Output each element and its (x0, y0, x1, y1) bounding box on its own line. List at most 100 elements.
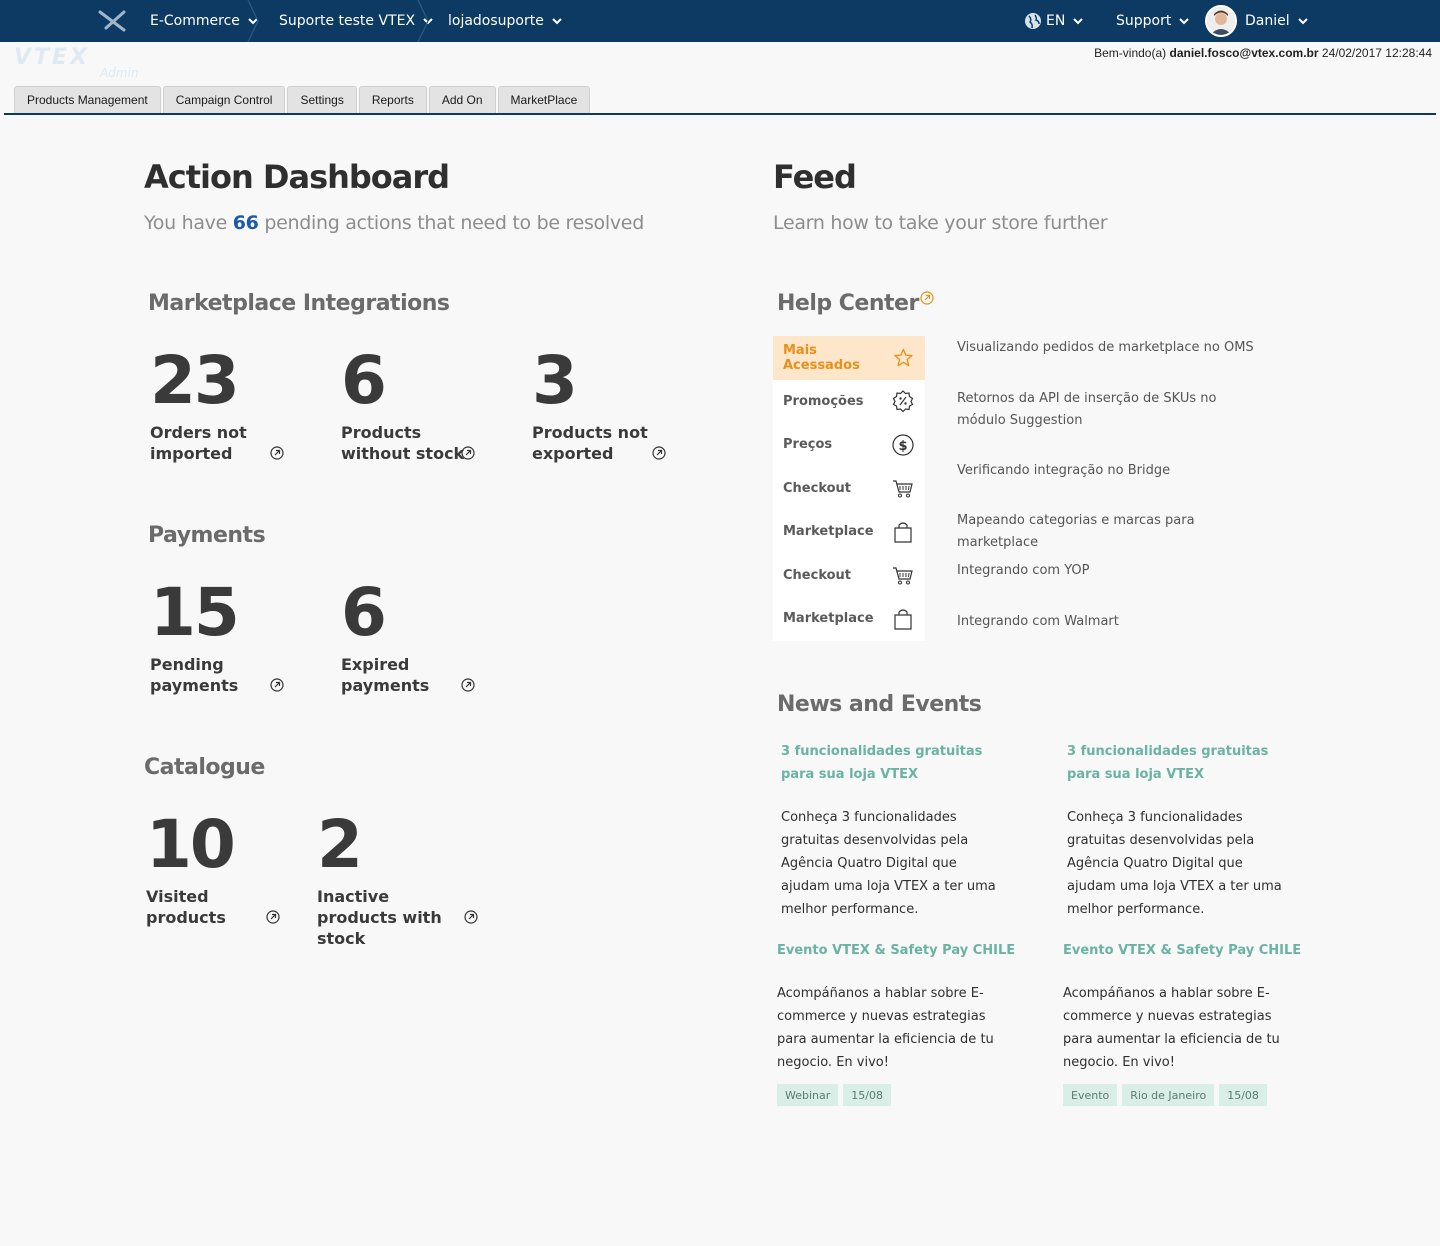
news-item-body: Acompáñanos a hablar sobre E-commerce y … (777, 986, 994, 1070)
metric-products-without-stock[interactable]: 6 Products without stock (341, 348, 491, 464)
metric-label: Inactive products with stock (317, 887, 442, 948)
tag-badge[interactable]: 15/08 (1219, 1084, 1267, 1106)
metric-inactive-products-with-stock[interactable]: 2 Inactive products with stock (317, 812, 487, 949)
help-link[interactable]: Integrando com Walmart (957, 611, 1257, 633)
help-menu-item-checkout-2[interactable]: Checkout (773, 553, 925, 597)
breadcrumb-ecommerce[interactable]: E-Commerce (150, 0, 258, 42)
metric-value: 10 (146, 806, 236, 883)
avatar (1205, 5, 1237, 37)
tag-badge[interactable]: Evento (1063, 1084, 1118, 1106)
news-item-title[interactable]: Evento VTEX & Safety Pay CHILE (777, 939, 1017, 962)
help-menu-item-marketplace-2[interactable]: Marketplace (773, 597, 925, 641)
metric-value: 3 (532, 342, 578, 419)
svg-text:Admin: Admin (99, 66, 138, 80)
pending-count: 66 (232, 212, 259, 234)
news-item-title[interactable]: 3 funcionalidades gratuitas para sua loj… (781, 740, 1001, 786)
metric-value: 15 (150, 574, 240, 651)
news-tags: Webinar 15/08 (777, 1084, 896, 1106)
dollar-icon: $ (892, 434, 914, 456)
tab-underline (4, 113, 1436, 115)
help-link[interactable]: Retornos da API de inserção de SKUs no m… (957, 388, 1257, 432)
news-events-title: News and Events (777, 692, 982, 717)
section-title-payments: Payments (148, 523, 266, 548)
welcome-email: daniel.fosco@vtex.com.br (1169, 46, 1319, 60)
user-menu[interactable]: Daniel (1205, 0, 1308, 42)
news-item-body: Conheça 3 funcionalidades gratuitas dese… (781, 810, 996, 917)
language-selector[interactable]: EN (1024, 0, 1084, 42)
bag-icon (894, 522, 912, 543)
help-menu-label: Mais Acessados (783, 342, 860, 373)
tab-campaign-control[interactable]: Campaign Control (162, 86, 286, 113)
metric-label: Expired payments (341, 655, 430, 695)
support-menu[interactable]: Support (1116, 0, 1190, 42)
vtex-admin-logo: VTEX Admin (14, 45, 138, 80)
metric-value: 6 (341, 342, 387, 419)
metric-pending-payments[interactable]: 15 Pending payments (150, 580, 300, 696)
external-link-icon[interactable] (461, 678, 475, 692)
percent-badge-icon (892, 390, 914, 413)
tab-add-on[interactable]: Add On (428, 86, 496, 113)
help-link[interactable]: Integrando com YOP (957, 560, 1257, 582)
tab-marketplace[interactable]: MarketPlace (497, 86, 591, 113)
metric-label: Pending payments (150, 655, 239, 695)
news-item-title[interactable]: Evento VTEX & Safety Pay CHILE (1063, 939, 1303, 962)
user-name: Daniel (1245, 13, 1290, 29)
external-link-icon[interactable] (920, 291, 934, 305)
metric-label: Products not exported (532, 423, 648, 463)
help-menu-label: Marketplace (783, 524, 874, 540)
metric-label: Visited products (146, 887, 226, 927)
help-menu-label: Marketplace (783, 611, 874, 627)
external-link-icon[interactable] (652, 446, 666, 460)
breadcrumb-store[interactable]: lojadosuporte (448, 0, 562, 42)
tab-settings[interactable]: Settings (287, 86, 357, 113)
metric-visited-products[interactable]: 10 Visited products (146, 812, 296, 928)
help-link[interactable]: Mapeando categorias e marcas para market… (957, 510, 1257, 554)
language-label: EN (1046, 13, 1066, 29)
dashboard-title: Action Dashboard (144, 158, 450, 196)
help-menu-label: Checkout (783, 567, 852, 583)
module-tabs: Products Management Campaign Control Set… (14, 86, 592, 113)
user-photo-icon (1207, 7, 1235, 35)
help-menu-item-marketplace[interactable]: Marketplace (773, 510, 925, 554)
external-link-icon[interactable] (270, 678, 284, 692)
subtitle-suffix: pending actions that need to be resolved (258, 212, 644, 234)
support-label: Support (1116, 13, 1172, 29)
svg-text:$: $ (898, 439, 907, 454)
help-menu-item-mais-acessados[interactable]: Mais Acessados (773, 336, 925, 380)
news-item-title[interactable]: 3 funcionalidades gratuitas para sua loj… (1067, 740, 1287, 786)
help-link[interactable]: Verificando integração no Bridge (957, 460, 1257, 482)
metric-label: Products without stock (341, 423, 465, 463)
tab-products-management[interactable]: Products Management (14, 86, 161, 113)
tab-reports[interactable]: Reports (358, 86, 427, 113)
chevron-down-icon (1297, 18, 1308, 25)
metric-orders-not-imported[interactable]: 23 Orders not imported (150, 348, 300, 464)
help-link[interactable]: Visualizando pedidos de marketplace no O… (957, 337, 1257, 359)
breadcrumb-account[interactable]: Suporte teste VTEX (279, 0, 433, 42)
help-center-menu: Mais Acessados Promoções Preços $ Checko… (773, 336, 925, 641)
globe-icon (1025, 13, 1041, 29)
help-menu-item-checkout[interactable]: Checkout (773, 466, 925, 510)
help-menu-label: Preços (783, 437, 833, 453)
external-link-icon[interactable] (270, 446, 284, 460)
star-icon (894, 348, 913, 366)
feed-title: Feed (773, 158, 857, 196)
breadcrumb-ecommerce-label: E-Commerce (150, 13, 240, 29)
external-link-icon[interactable] (266, 910, 280, 924)
tag-badge[interactable]: Webinar (777, 1084, 839, 1106)
help-menu-item-precos[interactable]: Preços $ (773, 423, 925, 467)
help-menu-item-promocoes[interactable]: Promoções (773, 379, 925, 423)
tag-badge[interactable]: 15/08 (843, 1084, 891, 1106)
dashboard-subtitle: You have 66 pending actions that need to… (144, 212, 644, 234)
news-item-body: Acompáñanos a hablar sobre E-commerce y … (1063, 986, 1280, 1070)
metric-products-not-exported[interactable]: 3 Products not exported (532, 348, 682, 464)
external-link-icon[interactable] (461, 446, 475, 460)
breadcrumb-separator-icon (417, 0, 429, 42)
metric-expired-payments[interactable]: 6 Expired payments (341, 580, 491, 696)
svg-text:VTEX: VTEX (14, 45, 90, 70)
tag-badge[interactable]: Rio de Janeiro (1122, 1084, 1215, 1106)
vtex-logo-icon[interactable] (96, 8, 128, 34)
help-center-title: Help Center (777, 291, 919, 316)
section-title-catalogue: Catalogue (144, 755, 265, 780)
help-menu-label: Promoções (783, 393, 864, 409)
external-link-icon[interactable] (464, 910, 478, 924)
